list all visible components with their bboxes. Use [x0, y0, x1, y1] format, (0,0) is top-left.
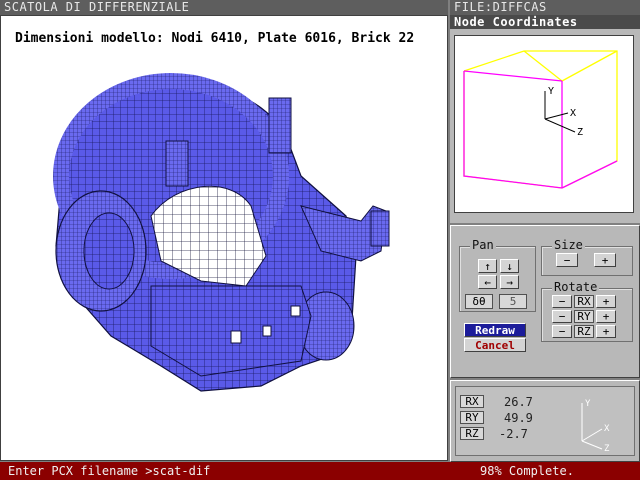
rotation-readout-panel: RX 26.7 RY 49.9 RZ -2.7 Y X Z [450, 380, 640, 462]
size-label: Size [552, 238, 585, 252]
readout-rx-label: RX [460, 395, 484, 408]
rx-minus-button[interactable]: − [552, 295, 572, 308]
top-post-1 [268, 97, 292, 154]
node-coordinates-title-bar: Node Coordinates [450, 15, 640, 29]
pan-left-button[interactable]: ← [478, 275, 497, 289]
file-title-bar: FILE:DIFFCAS [450, 0, 640, 15]
main-title: SCATOLA DI DIFFERENZIALE [4, 0, 190, 14]
ry-label: RY [574, 310, 594, 323]
svg-text:X: X [604, 424, 610, 434]
top-post-2 [165, 140, 189, 187]
ry-minus-button[interactable]: − [552, 310, 572, 323]
side-post [370, 210, 390, 247]
status-progress: 98% Complete. [480, 464, 574, 478]
svg-text:Z: Z [604, 444, 610, 453]
pan-label: Pan [470, 238, 496, 252]
mini-axis-y-label: Y [548, 86, 555, 97]
rotate-label: Rotate [552, 280, 600, 294]
axis-x-line [544, 112, 569, 120]
status-prompt: Enter PCX filename >scat-dif [8, 464, 211, 478]
axis-z-line [544, 118, 576, 133]
file-title: FILE:DIFFCAS [454, 0, 547, 14]
pan-up-button[interactable]: ↑ [478, 259, 497, 273]
readout-box: RX 26.7 RY 49.9 RZ -2.7 Y X Z [455, 386, 635, 456]
readout-ry-value: 49.9 [504, 411, 533, 425]
ry-plus-button[interactable]: + [596, 310, 616, 323]
mini-box [463, 50, 618, 189]
readout-rx-value: 26.7 [504, 395, 533, 409]
status-bar: Enter PCX filename >scat-dif 98% Complet… [0, 462, 640, 480]
pan-down-button[interactable]: ↓ [500, 259, 519, 273]
cutout-2 [262, 325, 272, 337]
mini-axis-x-label: X [570, 108, 577, 119]
main-title-bar: SCATOLA DI DIFFERENZIALE [0, 0, 448, 15]
rx-label: RX [574, 295, 594, 308]
readout-rz-value: -2.7 [499, 427, 528, 441]
model-viewport[interactable]: Dimensioni modello: Nodi 6410, Plate 601… [0, 15, 448, 461]
node-coordinates-title: Node Coordinates [454, 15, 578, 29]
node-coordinates-panel: Y X Z [450, 29, 640, 223]
controls-panel: Pan ↑ ↓ ← → Size − + δθ 5 Rotate − RX + … [450, 225, 640, 378]
rx-plus-button[interactable]: + [596, 295, 616, 308]
cutout-3 [290, 305, 301, 317]
size-group: Size − + [541, 238, 633, 276]
rz-label: RZ [574, 325, 594, 338]
readout-axes-icon: Y X Z [581, 399, 610, 453]
pan-right-button[interactable]: → [500, 275, 519, 289]
rotate-group: Rotate − RX + − RY + − RZ + [541, 280, 633, 342]
size-minus-button[interactable]: − [556, 253, 578, 267]
left-bore [83, 212, 135, 290]
rz-minus-button[interactable]: − [552, 325, 572, 338]
cutout-1 [230, 330, 242, 344]
delta-theta-value[interactable]: 5 [499, 294, 527, 309]
mini-viewport[interactable]: Y X Z [454, 35, 634, 213]
mesh-model [53, 73, 390, 392]
cancel-button[interactable]: Cancel [464, 338, 526, 352]
readout-ry-label: RY [460, 411, 484, 424]
svg-text:Y: Y [585, 399, 591, 409]
delta-theta-label: δθ [465, 294, 493, 309]
redraw-button[interactable]: Redraw [464, 323, 526, 337]
mini-axis-z-label: Z [577, 127, 584, 138]
size-plus-button[interactable]: + [594, 253, 616, 267]
readout-rz-label: RZ [460, 427, 484, 440]
rz-plus-button[interactable]: + [596, 325, 616, 338]
